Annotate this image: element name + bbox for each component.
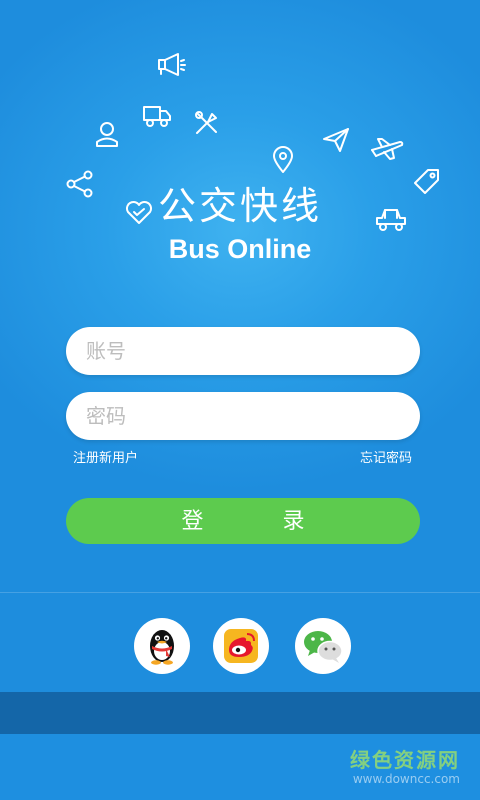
forgot-password-link[interactable]: 忘记密码 — [360, 450, 412, 468]
weibo-login-button[interactable] — [213, 618, 269, 674]
location-pin-icon — [272, 146, 294, 174]
account-field[interactable] — [66, 327, 420, 375]
weibo-icon — [224, 629, 258, 663]
watermark-cn: 绿色资源网 — [350, 748, 460, 772]
watermark-en: www.downcc.com — [352, 772, 460, 786]
divider — [0, 592, 480, 593]
login-button[interactable]: 登 录 — [66, 498, 420, 544]
tools-icon — [194, 110, 220, 136]
login-screen: 公交快线 Bus Online 注册新用户 忘记密码 登 录 — [0, 0, 480, 800]
user-icon — [95, 121, 119, 147]
bottom-band — [0, 692, 480, 734]
app-subtitle: Bus Online — [168, 234, 312, 264]
qq-penguin-icon — [150, 630, 174, 665]
password-field[interactable] — [66, 392, 420, 440]
password-input[interactable] — [84, 395, 402, 437]
truck-icon — [142, 103, 172, 129]
airplane-icon — [370, 136, 404, 162]
qq-login-button[interactable] — [134, 618, 190, 674]
wechat-login-button[interactable] — [295, 618, 351, 674]
account-input[interactable] — [84, 330, 402, 372]
paper-plane-icon — [322, 127, 350, 153]
register-link[interactable]: 注册新用户 — [73, 450, 138, 468]
app-title: 公交快线 — [157, 184, 322, 228]
megaphone-icon — [156, 52, 186, 78]
watermark: 绿色资源网 www.downcc.com — [350, 748, 460, 786]
wechat-icon — [304, 631, 343, 663]
